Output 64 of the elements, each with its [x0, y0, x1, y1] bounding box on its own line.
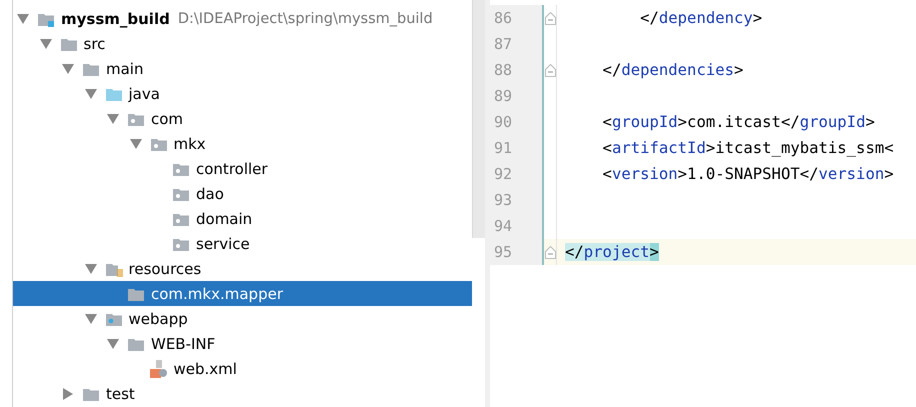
- tree-item-label: domain: [196, 210, 252, 228]
- code-line: <groupId>com.itcast</groupId>: [602, 113, 875, 131]
- line-number: 87: [490, 31, 544, 57]
- tree-item-label: mkx: [174, 134, 206, 152]
- tree-item[interactable]: myssm_build D:\IDEAProject\spring\myssm_build: [13, 6, 472, 31]
- expanded-arrow-icon[interactable]: [17, 12, 29, 24]
- tree-item[interactable]: com: [13, 106, 472, 131]
- expanded-arrow-icon[interactable]: [107, 338, 119, 350]
- tree-item[interactable]: WEB-INF: [13, 331, 472, 356]
- fold-marker-icon[interactable]: [544, 64, 556, 76]
- tree-item[interactable]: webapp: [13, 306, 472, 331]
- tree-item-label: src: [84, 34, 106, 52]
- tree-item[interactable]: domain: [13, 206, 472, 231]
- tree-item[interactable]: test: [13, 381, 472, 406]
- tree-item[interactable]: web.xml: [13, 356, 472, 381]
- line-number: 91: [490, 135, 544, 161]
- line-number: 88: [490, 57, 544, 83]
- code-line: </dependency>: [639, 9, 762, 27]
- expanded-arrow-icon[interactable]: [130, 138, 142, 150]
- tree-item-label: com: [151, 110, 184, 128]
- tree-item-label: service: [196, 234, 250, 252]
- line-number: 92: [490, 161, 544, 187]
- tree-item-label: webapp: [128, 310, 188, 328]
- line-number: 94: [490, 213, 544, 239]
- code-line: <artifactId>itcast_mybatis_ssm<: [602, 139, 894, 157]
- tree-item-label: java: [128, 84, 160, 102]
- tree-item-label: dao: [196, 184, 224, 202]
- expanded-arrow-icon[interactable]: [84, 312, 96, 324]
- tree-item-label: WEB-INF: [151, 334, 216, 352]
- line-number: 90: [490, 109, 544, 135]
- tree-item[interactable]: main: [13, 56, 472, 81]
- tree-item-label: myssm_build: [61, 10, 170, 28]
- expanded-arrow-icon[interactable]: [40, 38, 52, 50]
- tree-item[interactable]: src: [13, 31, 472, 56]
- code-line: <version>1.0-SNAPSHOT</version>: [602, 165, 894, 183]
- tree-item[interactable]: controller: [13, 156, 472, 181]
- tree-item-label: com.mkx.mapper: [151, 284, 283, 302]
- expanded-arrow-icon[interactable]: [107, 112, 119, 124]
- line-number: 93: [490, 187, 544, 213]
- expanded-arrow-icon[interactable]: [62, 62, 74, 74]
- code-line: </project>: [565, 243, 659, 261]
- collapsed-arrow-icon[interactable]: [62, 388, 74, 400]
- scrollbar[interactable]: [472, 0, 485, 238]
- line-number: 89: [490, 83, 544, 109]
- tree-item-label: web.xml: [174, 360, 237, 378]
- line-number: 95: [490, 239, 544, 265]
- expanded-arrow-icon[interactable]: [84, 262, 96, 274]
- project-path: D:\IDEAProject\spring\myssm_build: [178, 10, 433, 26]
- tree-item[interactable]: com.mkx.mapper: [13, 281, 472, 306]
- tree-item-label: controller: [196, 160, 268, 178]
- expanded-arrow-icon[interactable]: [84, 88, 96, 100]
- tree-item-label: test: [106, 384, 135, 402]
- xml-file-icon: [150, 360, 168, 378]
- tree-item-label: resources: [128, 260, 202, 278]
- tree-item[interactable]: dao: [13, 181, 472, 206]
- code-line: </dependencies>: [602, 61, 744, 79]
- tree-item[interactable]: java: [13, 81, 472, 106]
- line-number: 86: [490, 5, 544, 31]
- tree-item-label: main: [106, 60, 144, 78]
- fold-marker-icon[interactable]: [544, 246, 556, 258]
- tree-item[interactable]: mkx: [13, 131, 472, 156]
- tree-item[interactable]: resources: [13, 256, 472, 281]
- tree-item[interactable]: service: [13, 231, 472, 256]
- fold-marker-icon[interactable]: [544, 12, 556, 24]
